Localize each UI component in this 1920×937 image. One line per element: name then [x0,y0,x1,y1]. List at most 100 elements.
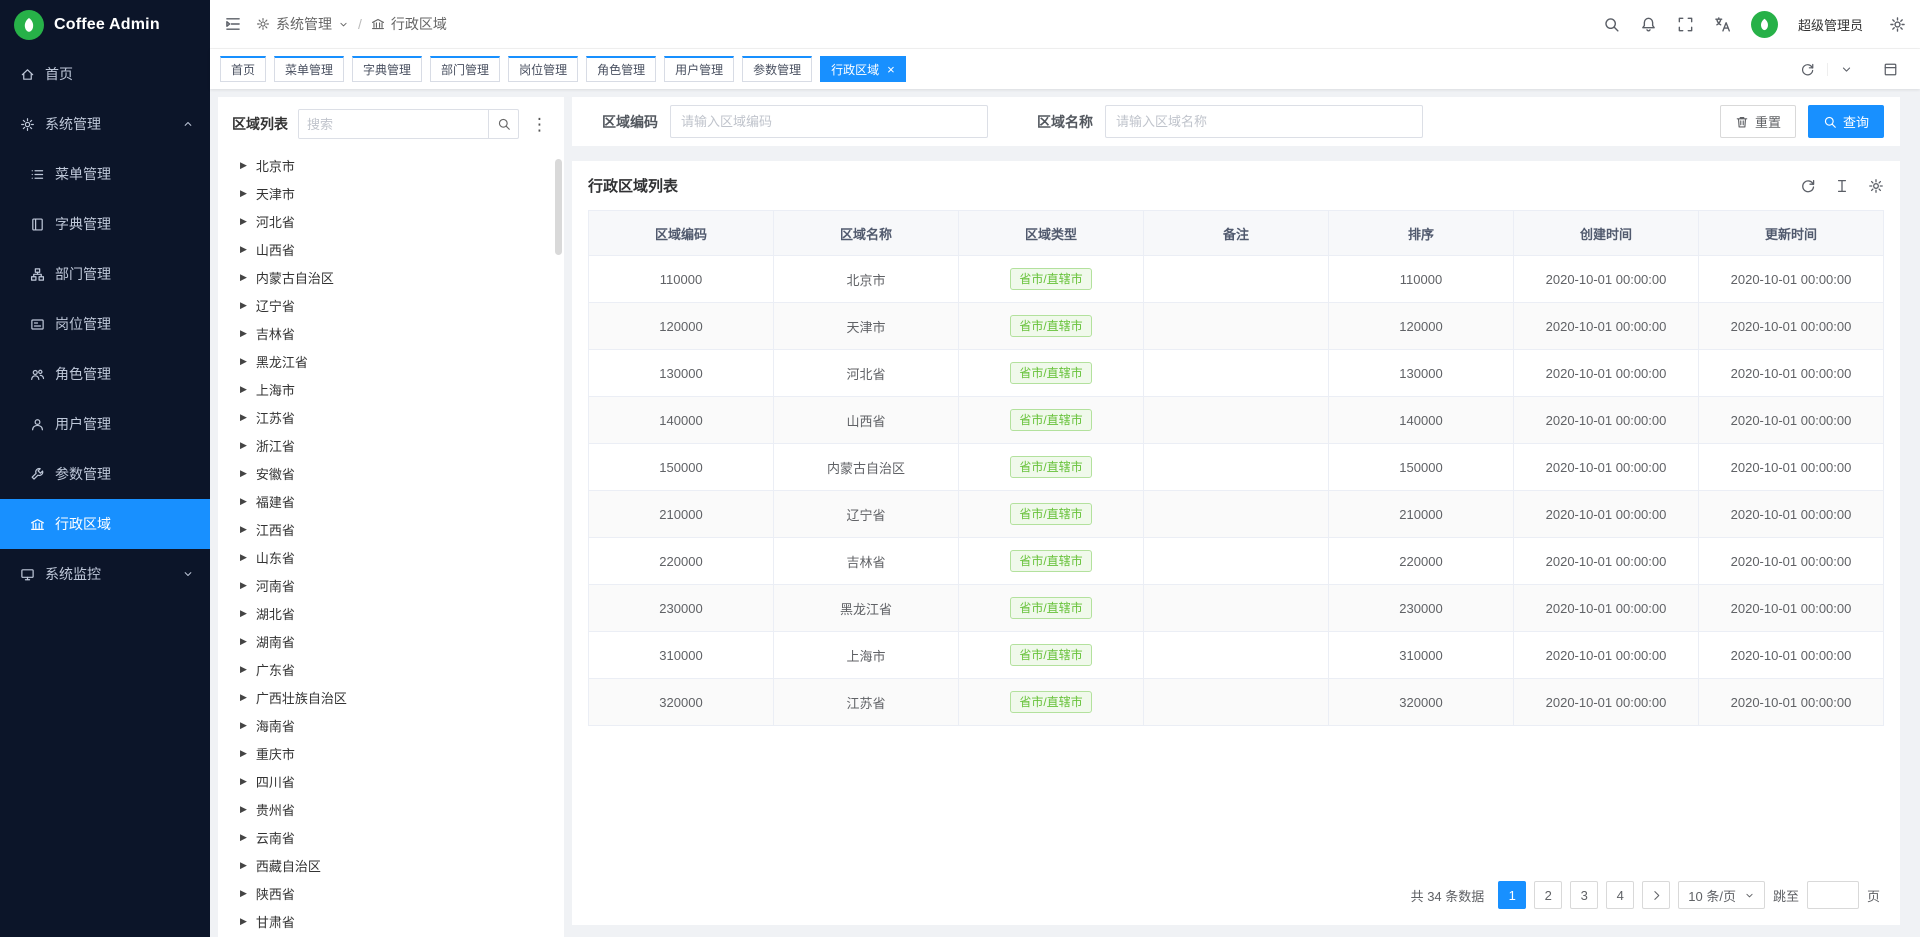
tree-node[interactable]: ▶吉林省 [232,319,550,347]
caret-icon[interactable]: ▶ [240,608,247,619]
tree-node[interactable]: ▶内蒙古自治区 [232,263,550,291]
caret-icon[interactable]: ▶ [240,356,247,367]
page-size-select[interactable]: 10 条/页 [1678,881,1765,909]
caret-icon[interactable]: ▶ [240,832,247,843]
page-button[interactable]: 2 [1534,881,1562,909]
table-settings-icon[interactable] [1868,178,1884,194]
caret-icon[interactable]: ▶ [240,692,247,703]
tree-node[interactable]: ▶甘肃省 [232,907,550,935]
tree-node[interactable]: ▶湖南省 [232,627,550,655]
table-row[interactable]: 320000江苏省省市/直辖市3200002020-10-01 00:00:00… [589,679,1884,726]
tab[interactable]: 菜单管理 [274,56,344,82]
caret-icon[interactable]: ▶ [240,216,247,227]
caret-icon[interactable]: ▶ [240,440,247,451]
table-refresh-icon[interactable] [1800,178,1816,194]
tab[interactable]: 行政区域× [820,56,906,82]
refresh-icon[interactable] [1788,62,1827,77]
sidebar-item[interactable]: 菜单管理 [0,149,210,199]
caret-icon[interactable]: ▶ [240,384,247,395]
tab[interactable]: 首页 [220,56,266,82]
tree-node[interactable]: ▶江苏省 [232,403,550,431]
settings-gear-icon[interactable] [1889,16,1906,33]
bell-icon[interactable] [1640,16,1657,33]
tree-node[interactable]: ▶广东省 [232,655,550,683]
tree-node[interactable]: ▶四川省 [232,767,550,795]
tab[interactable]: 参数管理 [742,56,812,82]
tree-node[interactable]: ▶天津市 [232,179,550,207]
table-row[interactable]: 120000天津市省市/直辖市1200002020-10-01 00:00:00… [589,303,1884,350]
caret-icon[interactable]: ▶ [240,776,247,787]
tree-node[interactable]: ▶重庆市 [232,739,550,767]
tab[interactable]: 部门管理 [430,56,500,82]
caret-icon[interactable]: ▶ [240,916,247,927]
caret-icon[interactable]: ▶ [240,804,247,815]
tree-node[interactable]: ▶北京市 [232,151,550,179]
caret-icon[interactable]: ▶ [240,244,247,255]
tree-node[interactable]: ▶浙江省 [232,431,550,459]
table-row[interactable]: 310000上海市省市/直辖市3100002020-10-01 00:00:00… [589,632,1884,679]
tree-node[interactable]: ▶山西省 [232,235,550,263]
code-input[interactable] [670,105,988,138]
tree-node[interactable]: ▶安徽省 [232,459,550,487]
caret-icon[interactable]: ▶ [240,160,247,171]
tree-node[interactable]: ▶江西省 [232,515,550,543]
search-icon[interactable] [1603,16,1620,33]
sidebar-item[interactable]: 系统监控 [0,549,210,599]
avatar[interactable] [1751,11,1778,38]
table-row[interactable]: 220000吉林省省市/直辖市2200002020-10-01 00:00:00… [589,538,1884,585]
tree-node[interactable]: ▶上海市 [232,375,550,403]
page-button[interactable]: 3 [1570,881,1598,909]
tree-node[interactable]: ▶陕西省 [232,879,550,907]
page-button[interactable]: 1 [1498,881,1526,909]
table-density-icon[interactable] [1834,178,1850,194]
table-row[interactable]: 230000黑龙江省省市/直辖市2300002020-10-01 00:00:0… [589,585,1884,632]
caret-icon[interactable]: ▶ [240,524,247,535]
name-input[interactable] [1105,105,1423,138]
caret-icon[interactable]: ▶ [240,888,247,899]
table-row[interactable]: 210000辽宁省省市/直辖市2100002020-10-01 00:00:00… [589,491,1884,538]
tab[interactable]: 角色管理 [586,56,656,82]
tab[interactable]: 岗位管理 [508,56,578,82]
tree-node[interactable]: ▶河南省 [232,571,550,599]
tab-close-icon[interactable]: × [887,63,895,76]
next-page-button[interactable] [1642,881,1670,909]
translate-icon[interactable] [1714,16,1731,33]
table-row[interactable]: 140000山西省省市/直辖市1400002020-10-01 00:00:00… [589,397,1884,444]
layout-icon[interactable] [1871,62,1910,77]
more-options-icon[interactable]: ⋮ [529,116,550,133]
tree-node[interactable]: ▶广西壮族自治区 [232,683,550,711]
tree-search-icon[interactable] [488,110,518,138]
search-button[interactable]: 查询 [1808,105,1884,138]
app-logo[interactable]: Coffee Admin [0,0,210,49]
tab-actions-chevron-icon[interactable] [1827,63,1865,76]
tree-node[interactable]: ▶福建省 [232,487,550,515]
caret-icon[interactable]: ▶ [240,328,247,339]
caret-icon[interactable]: ▶ [240,300,247,311]
tree-scrollbar[interactable] [555,159,562,255]
caret-icon[interactable]: ▶ [240,468,247,479]
table-row[interactable]: 150000内蒙古自治区省市/直辖市1500002020-10-01 00:00… [589,444,1884,491]
caret-icon[interactable]: ▶ [240,188,247,199]
tree-node[interactable]: ▶黑龙江省 [232,347,550,375]
tree-node[interactable]: ▶海南省 [232,711,550,739]
sidebar-item[interactable]: 用户管理 [0,399,210,449]
caret-icon[interactable]: ▶ [240,748,247,759]
sidebar-item[interactable]: 参数管理 [0,449,210,499]
caret-icon[interactable]: ▶ [240,636,247,647]
sidebar-item[interactable]: 部门管理 [0,249,210,299]
tree-node[interactable]: ▶贵州省 [232,795,550,823]
caret-icon[interactable]: ▶ [240,272,247,283]
breadcrumb-parent[interactable]: 系统管理 [276,14,332,34]
tree-node[interactable]: ▶河北省 [232,207,550,235]
caret-icon[interactable]: ▶ [240,552,247,563]
caret-icon[interactable]: ▶ [240,664,247,675]
caret-icon[interactable]: ▶ [240,412,247,423]
reset-button[interactable]: 重置 [1720,105,1796,138]
caret-icon[interactable]: ▶ [240,580,247,591]
tree-node[interactable]: ▶辽宁省 [232,291,550,319]
sidebar-item[interactable]: 角色管理 [0,349,210,399]
sidebar-item[interactable]: 岗位管理 [0,299,210,349]
tree-node[interactable]: ▶湖北省 [232,599,550,627]
jump-page-input[interactable] [1807,881,1859,909]
tab[interactable]: 字典管理 [352,56,422,82]
